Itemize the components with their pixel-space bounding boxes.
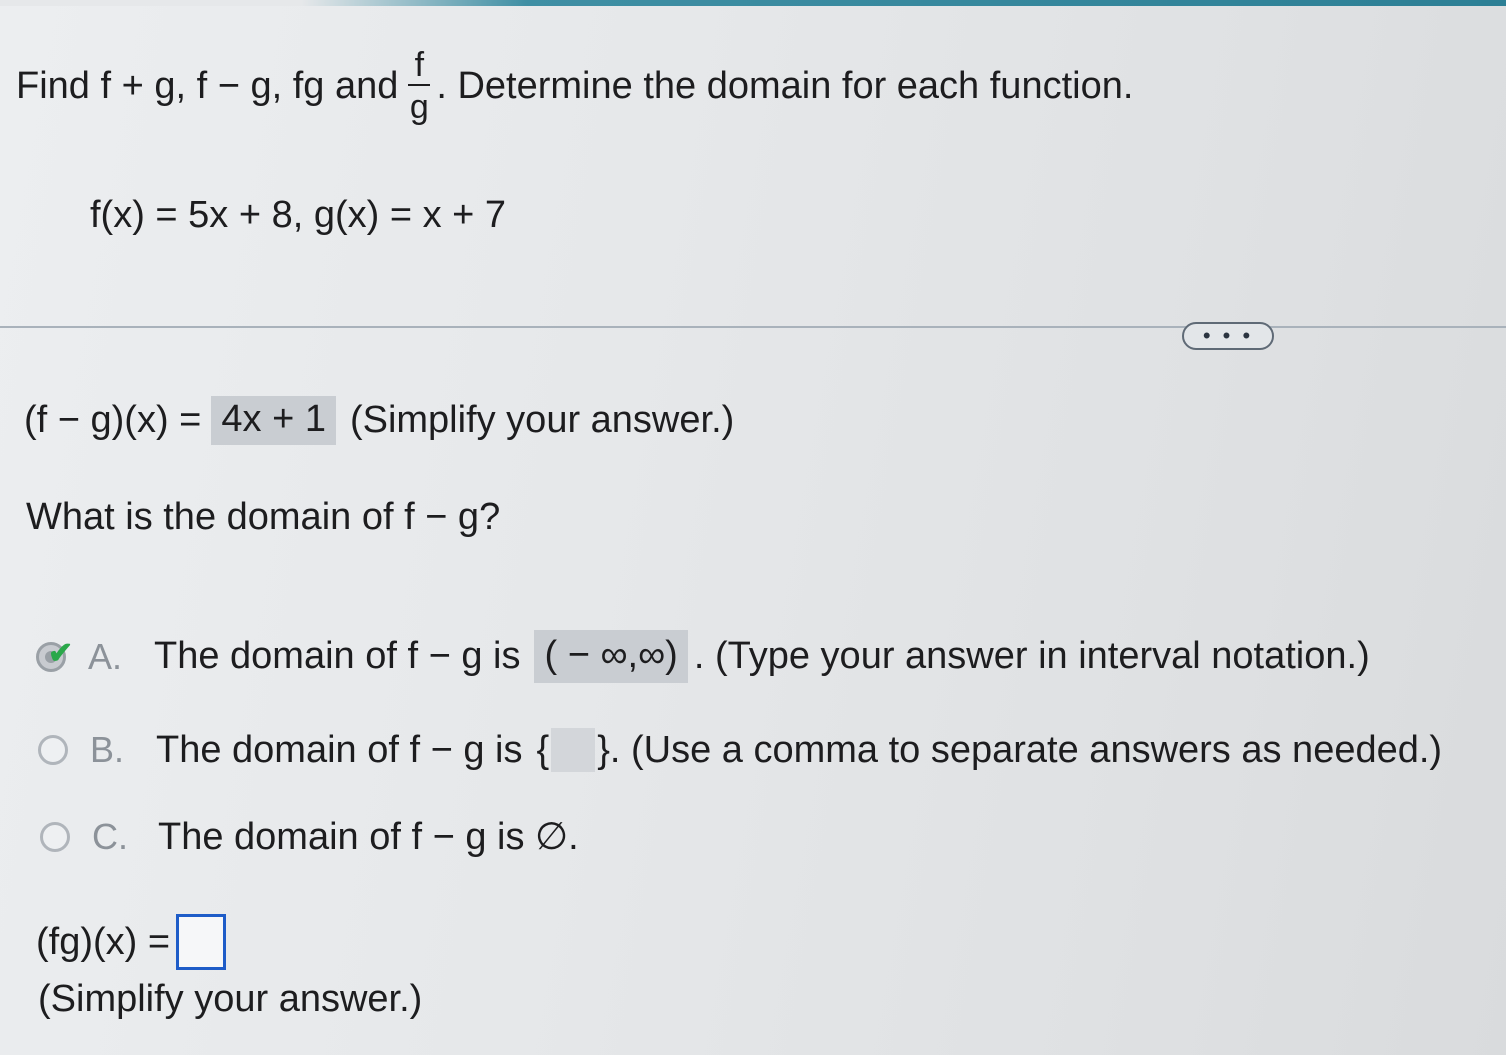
option-c-text: The domain of f − g is ∅. bbox=[158, 816, 579, 858]
option-b-radio[interactable] bbox=[38, 735, 68, 765]
option-b[interactable]: B. The domain of f − g is { } . (Use a c… bbox=[38, 728, 1442, 772]
difference-line: (f − g)(x) = 4x + 1 (Simplify your answe… bbox=[24, 396, 734, 445]
option-c[interactable]: C. The domain of f − g is ∅. bbox=[40, 814, 579, 859]
more-options-button[interactable]: • • • bbox=[1182, 322, 1274, 350]
question-text: Find f + g, f − g, fg and f g . Determin… bbox=[16, 48, 1133, 124]
function-definitions: f(x) = 5x + 8, g(x) = x + 7 bbox=[90, 194, 507, 236]
question-suffix: . Determine the domain for each function… bbox=[436, 64, 1134, 107]
option-b-text-after: . (Use a comma to separate answers as ne… bbox=[609, 728, 1443, 771]
option-a-text-after: . (Type your answer in interval notation… bbox=[693, 635, 1370, 677]
option-b-answer-box[interactable] bbox=[551, 728, 596, 772]
difference-answer-box[interactable]: 4x + 1 bbox=[211, 396, 336, 445]
product-answer-input[interactable] bbox=[176, 914, 227, 970]
option-c-letter: C. bbox=[92, 815, 128, 857]
option-a-letter: A. bbox=[88, 635, 123, 677]
correct-check-icon: ✔ bbox=[48, 637, 74, 670]
fraction-denominator: g bbox=[409, 88, 429, 126]
question-prefix: Find f + g, f − g, fg and bbox=[16, 64, 399, 107]
option-a-answer-box[interactable]: ( − ∞,∞) bbox=[534, 630, 688, 683]
product-label: (fg)(x) = bbox=[36, 920, 171, 963]
difference-hint: (Simplify your answer.) bbox=[349, 399, 735, 441]
option-b-brace-open: { bbox=[536, 728, 550, 771]
option-b-text-before: The domain of f − g is bbox=[156, 728, 523, 771]
option-b-brace-close: } bbox=[597, 728, 610, 771]
option-a-text-before: The domain of f − g is bbox=[154, 635, 521, 677]
domain-question: What is the domain of f − g? bbox=[26, 496, 501, 538]
product-line: (fg)(x) = bbox=[36, 914, 227, 970]
option-c-radio[interactable] bbox=[40, 821, 70, 852]
option-b-letter: B. bbox=[90, 729, 125, 770]
top-accent-bar bbox=[0, 0, 1506, 6]
option-a[interactable]: A. The domain of f − g is ( − ∞,∞) . (Ty… bbox=[36, 630, 1370, 683]
section-divider bbox=[0, 326, 1506, 328]
fraction-numerator: f bbox=[414, 46, 425, 84]
difference-label: (f − g)(x) = bbox=[24, 399, 202, 441]
product-hint: (Simplify your answer.) bbox=[38, 978, 423, 1020]
fraction-f-over-g: f g bbox=[408, 46, 431, 126]
